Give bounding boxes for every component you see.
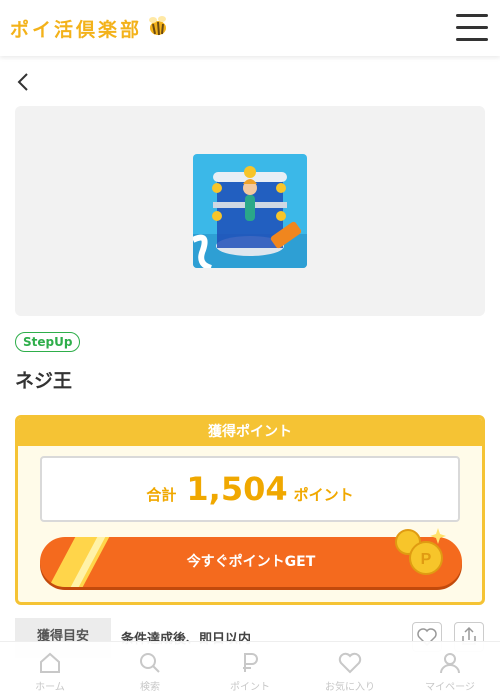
nav-search[interactable]: 検索 [100,642,200,700]
user-icon [440,653,460,674]
app-icon [193,154,307,268]
menu-button[interactable] [456,14,488,42]
nav-search-label: 検索 [140,682,160,693]
back-button[interactable] [14,70,34,94]
points-heading: 獲得ポイント [18,418,482,446]
nav-mypage-label: マイページ [425,682,475,693]
app-title: ネジ王 [15,370,73,392]
nav-favorites[interactable]: お気に入り [300,642,400,700]
menu-bar-icon [456,14,488,17]
home-icon [40,652,60,673]
total-points-value: 1,504 [186,470,288,508]
stepup-badge: StepUp [15,332,81,352]
nav-favorites-label: お気に入り [325,682,375,693]
hero-image-area [15,106,485,316]
total-label: 合計 [146,486,177,504]
nav-home-label: ホーム [35,682,65,693]
nav-point[interactable]: ポイント [200,642,300,700]
bottom-navigation: ホーム 検索 ポイント お気に入り マイページ [0,641,500,700]
search-icon [140,653,160,673]
nav-home[interactable]: ホーム [0,642,100,700]
site-logo[interactable]: ポイ活倶楽部 [10,14,170,42]
chevron-left-icon [17,73,28,91]
svg-text:P: P [421,551,432,568]
nav-point-label: ポイント [230,682,270,693]
bee-icon [146,14,170,42]
points-unit: ポイント [293,486,354,504]
menu-bar-icon [456,26,488,29]
point-icon [243,653,258,672]
site-header: ポイ活倶楽部 [0,0,500,56]
menu-bar-icon [456,38,488,41]
logo-text: ポイ活倶楽部 [10,18,143,41]
total-points-box: 合計 1,504 ポイント [40,456,460,522]
nav-mypage[interactable]: マイページ [400,642,500,700]
coins-icon: P [392,524,450,584]
heart-icon [338,652,362,674]
